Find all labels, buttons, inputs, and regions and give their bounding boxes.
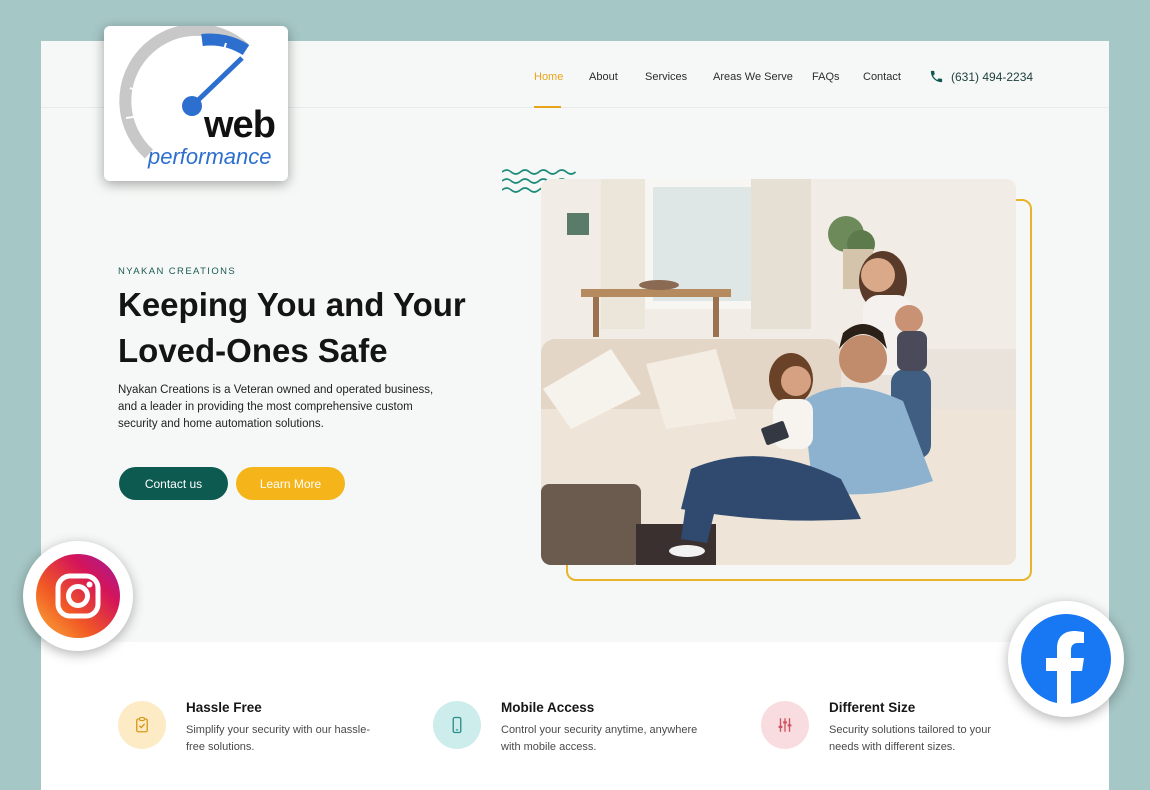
feature-title-mobile-access: Mobile Access [501,700,595,715]
feature-title-hassle-free: Hassle Free [186,700,262,715]
hero-intro-text: Nyakan Creations is a Veteran owned and … [118,384,434,430]
feature-icon-mobile-access [433,701,481,749]
feature-icon-hassle-free [118,701,166,749]
feature-desc-line: free solutions. [186,741,255,753]
hero-eyebrow: NYAKAN CREATIONS [118,266,237,277]
learn-more-button[interactable]: Learn More [236,467,345,500]
feature-desc-line: Control your security anytime, anywhere [501,724,698,736]
feature-desc-line: with mobile access. [501,741,597,753]
facebook-icon [1021,614,1111,704]
hero-headline-line1: Keeping You and Your [118,286,466,323]
instagram-icon [36,554,120,638]
nav-home[interactable]: Home [534,71,563,83]
web-performance-logo: web performance [104,26,288,181]
logo-performance-text: performance [148,144,272,169]
facebook-badge[interactable] [1008,601,1124,717]
nav-about[interactable]: About [589,71,618,83]
phone-number: (631) 494-2234 [951,69,1034,84]
feature-desc-line: Security solutions tailored to your [829,724,992,736]
feature-desc-mobile-access: Control your security anytime, anywhere … [501,722,731,756]
feature-desc-line: needs with different sizes. [829,741,956,753]
contact-us-button[interactable]: Contact us [119,467,228,500]
nav-areas-we-serve[interactable]: Areas We Serve [713,71,793,83]
feature-title-different-size: Different Size [829,700,916,715]
feature-desc-hassle-free: Simplify your security with our hassle- … [186,722,406,756]
nav-services[interactable]: Services [645,71,687,83]
clipboard-check-icon [136,716,148,733]
hero-headline: Keeping You and Your Loved-Ones Safe [118,282,498,374]
hero-family-photo [541,179,1016,565]
hero-headline-line2: Loved-Ones Safe [118,332,388,369]
nav-active-indicator [534,106,561,108]
nav-faqs[interactable]: FAQs [812,71,840,83]
features-section-bg [41,642,1109,790]
feature-icon-different-size [761,701,809,749]
feature-desc-different-size: Security solutions tailored to your need… [829,722,1049,756]
feature-desc-line: Simplify your security with our hassle- [186,724,371,736]
logo-web-text: web [204,104,276,146]
nav-contact[interactable]: Contact [863,71,901,83]
phone-icon [930,70,943,83]
instagram-badge[interactable] [23,541,133,651]
sliders-icon [778,718,792,732]
smartphone-icon [452,716,462,734]
phone-link[interactable]: (631) 494-2234 [929,69,1033,84]
